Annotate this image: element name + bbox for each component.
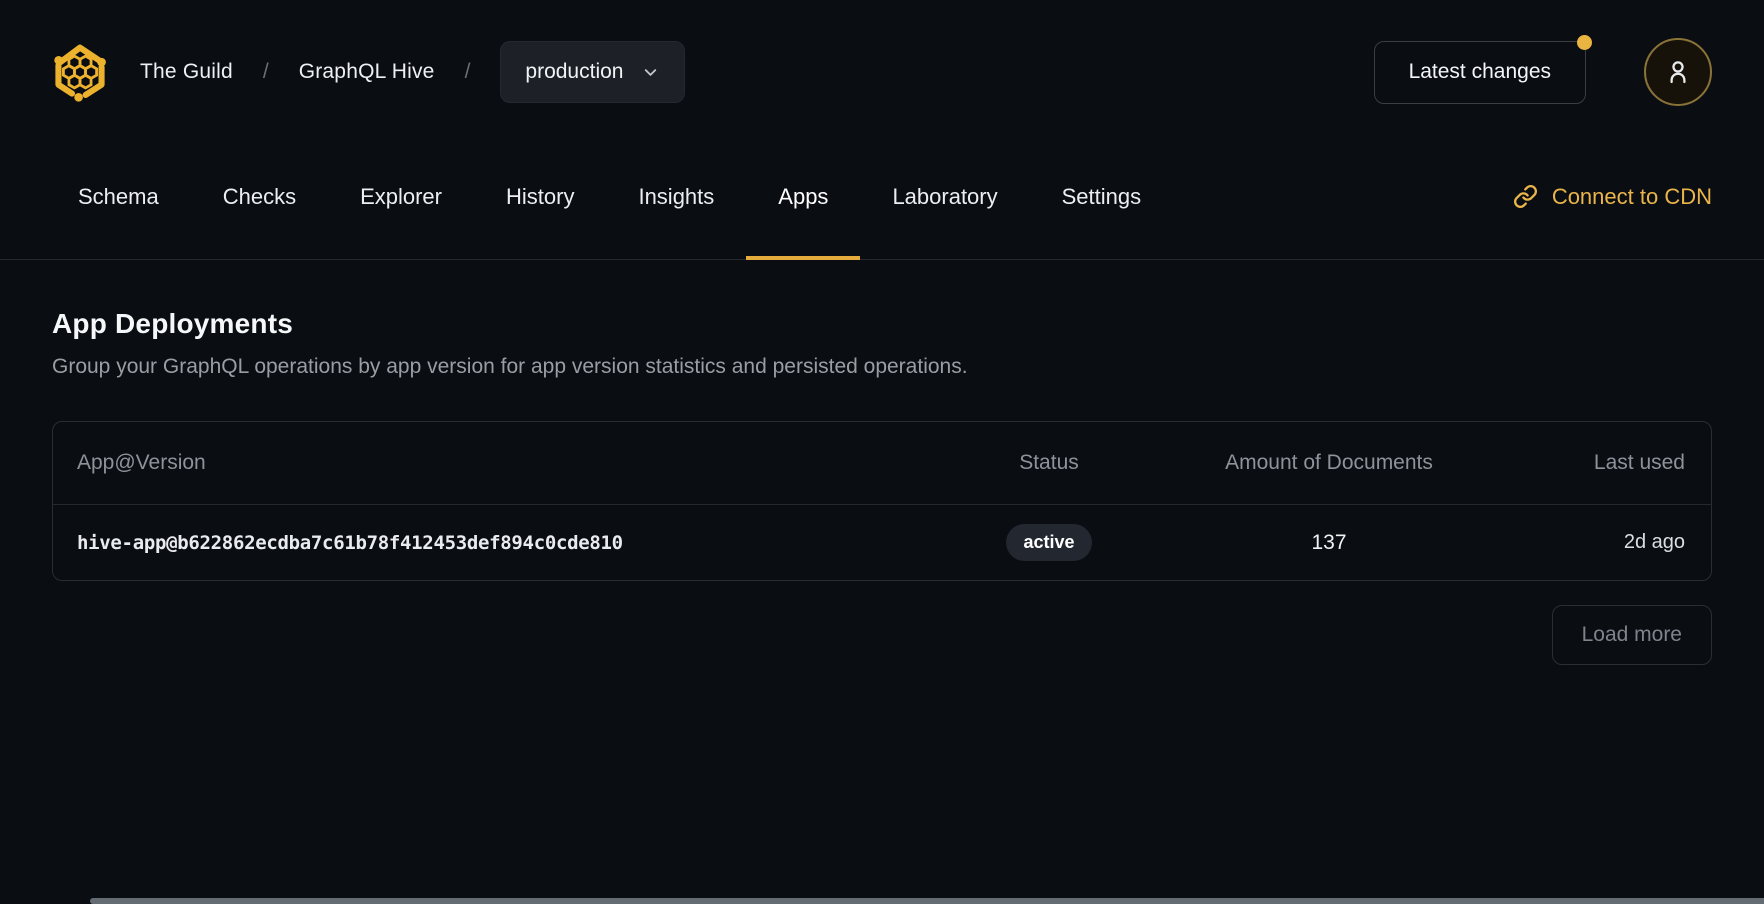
connect-to-cdn-label: Connect to CDN [1552,184,1712,210]
app-version-value: hive-app@b622862ecdba7c61b78f412453def89… [77,532,623,554]
tab-label: Schema [78,184,159,210]
tab-label: Insights [638,184,714,210]
user-menu-button[interactable] [1644,38,1712,106]
user-icon [1662,56,1694,88]
breadcrumb-separator: / [465,60,471,84]
tab-schema[interactable]: Schema [46,106,191,259]
tab-laboratory[interactable]: Laboratory [860,106,1029,259]
tab-apps[interactable]: Apps [746,106,860,259]
breadcrumb-project-link[interactable]: GraphQL Hive [299,60,435,84]
horizontal-scrollbar[interactable] [90,898,1764,904]
column-header-status: Status [964,422,1134,505]
link-icon [1513,184,1538,209]
target-selector-value: production [525,60,623,84]
app-header: The Guild / GraphQL Hive / production La… [0,38,1764,106]
main-content: App Deployments Group your GraphQL opera… [0,308,1764,665]
tab-insights[interactable]: Insights [606,106,746,259]
latest-changes-button[interactable]: Latest changes [1374,41,1586,104]
latest-changes-label: Latest changes [1409,60,1551,83]
page-title: App Deployments [52,308,1712,340]
target-selector-dropdown[interactable]: production [500,41,685,103]
chevron-down-icon [641,63,660,82]
tab-label: Laboratory [892,184,997,210]
breadcrumb-separator: / [263,60,269,84]
status-badge: active [1006,524,1091,561]
page-description: Group your GraphQL operations by app ver… [52,355,1712,379]
connect-to-cdn-link[interactable]: Connect to CDN [1513,106,1712,259]
documents-count: 137 [1311,531,1346,554]
breadcrumb: The Guild / GraphQL Hive / production [50,39,685,105]
tab-history[interactable]: History [474,106,606,259]
column-header-last-used: Last used [1524,422,1711,505]
table-header-row: App@Version Status Amount of Documents L… [53,422,1711,505]
main-nav: Schema Checks Explorer History Insights … [0,106,1764,260]
load-more-button[interactable]: Load more [1552,605,1712,665]
column-header-app-version: App@Version [53,422,964,505]
tab-checks[interactable]: Checks [191,106,328,259]
tab-label: Explorer [360,184,442,210]
column-header-documents: Amount of Documents [1134,422,1524,505]
table-row[interactable]: hive-app@b622862ecdba7c61b78f412453def89… [53,505,1711,581]
load-more-row: Load more [52,605,1712,665]
tab-explorer[interactable]: Explorer [328,106,474,259]
tab-label: Apps [778,184,828,210]
last-used-value: 2d ago [1624,531,1685,553]
notification-dot [1577,35,1592,50]
header-actions: Latest changes [1374,38,1712,106]
tab-label: Checks [223,184,296,210]
deployments-table: App@Version Status Amount of Documents L… [52,421,1712,581]
breadcrumb-org-link[interactable]: The Guild [140,60,233,84]
tab-label: History [506,184,574,210]
tab-settings[interactable]: Settings [1030,106,1174,259]
hive-logo-icon[interactable] [50,39,110,105]
tab-label: Settings [1062,184,1142,210]
